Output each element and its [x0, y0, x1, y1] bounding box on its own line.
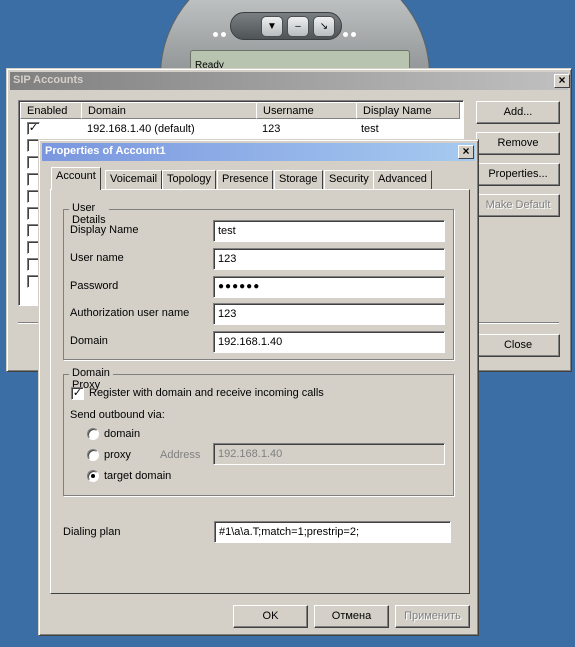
- add-button[interactable]: Add...: [476, 101, 560, 124]
- dialing-plan-label: Dialing plan: [63, 526, 121, 538]
- column-header-domain[interactable]: Domain: [81, 102, 258, 119]
- account-enabled-checkbox[interactable]: ✓: [27, 122, 40, 135]
- dialing-plan-field[interactable]: #1\a\a.T;match=1;prestrip=2;: [214, 521, 451, 543]
- dialog-title: Properties of Account1: [45, 145, 166, 157]
- radio-domain[interactable]: [87, 428, 99, 440]
- radio-target-domain-label: target domain: [104, 470, 172, 482]
- row-domain: 192.168.1.40 (default): [87, 123, 195, 135]
- radio-proxy-label: proxy: [104, 449, 131, 461]
- column-header-enabled[interactable]: Enabled: [20, 102, 83, 119]
- user-name-field[interactable]: 123: [213, 248, 445, 270]
- address-label: Address: [160, 449, 201, 461]
- radio-target-domain[interactable]: [87, 470, 99, 482]
- tab-security[interactable]: Security: [324, 170, 374, 189]
- properties-titlebar[interactable]: Properties of Account1: [42, 143, 475, 161]
- radio-domain-label: domain: [104, 428, 141, 440]
- password-label: Password: [70, 280, 119, 292]
- display-name-field[interactable]: test: [213, 220, 445, 242]
- auth-user-name-field[interactable]: 123: [213, 303, 445, 325]
- tab-topology[interactable]: Topology: [162, 170, 217, 189]
- window-title: SIP Accounts: [13, 74, 84, 86]
- row-display-name: test: [361, 123, 379, 135]
- tab-presence[interactable]: Presence: [217, 170, 274, 189]
- led-icon: [351, 32, 356, 37]
- collapse-icon[interactable]: ↘: [313, 16, 335, 37]
- domain-field[interactable]: 192.168.1.40: [213, 331, 445, 353]
- properties-button[interactable]: Properties...: [476, 163, 560, 186]
- radio-proxy[interactable]: [87, 449, 99, 461]
- send-outbound-label: Send outbound via:: [70, 409, 165, 421]
- led-icon: [343, 32, 348, 37]
- remove-button[interactable]: Remove: [476, 132, 560, 155]
- tab-account[interactable]: Account: [51, 167, 101, 190]
- tab-storage[interactable]: Storage: [274, 170, 323, 189]
- close-icon[interactable]: ×: [458, 145, 474, 159]
- user-details-label: User Details: [69, 202, 109, 226]
- ok-button[interactable]: OK: [233, 605, 308, 628]
- dropdown-arrow-icon[interactable]: ▼: [261, 16, 283, 37]
- tab-voicemail[interactable]: Voicemail: [105, 170, 163, 189]
- domain-label: Domain: [70, 335, 108, 347]
- close-icon[interactable]: ×: [554, 74, 570, 88]
- proxy-address-field[interactable]: 192.168.1.40: [213, 443, 445, 465]
- row-username: 123: [262, 123, 281, 135]
- column-header-username[interactable]: Username: [256, 102, 358, 119]
- cancel-button[interactable]: Отмена: [314, 605, 389, 628]
- separator: [475, 322, 559, 323]
- led-icon: [213, 32, 218, 37]
- display-name-label: Display Name: [70, 224, 139, 236]
- sip-accounts-titlebar[interactable]: SIP Accounts: [10, 72, 568, 90]
- minimize-icon[interactable]: –: [287, 16, 309, 37]
- password-field[interactable]: ●●●●●●: [213, 276, 445, 298]
- make-default-button[interactable]: Make Default: [476, 194, 560, 217]
- separator: [18, 322, 40, 323]
- column-header-display-name[interactable]: Display Name: [356, 102, 460, 119]
- register-checkbox[interactable]: ✓: [71, 387, 84, 400]
- tab-advanced[interactable]: Advanced: [373, 170, 432, 189]
- close-button[interactable]: Close: [476, 334, 560, 357]
- phone-button-bar: ▼ – ↘: [213, 12, 356, 40]
- auth-user-name-label: Authorization user name: [70, 307, 190, 319]
- user-name-label: User name: [70, 252, 124, 264]
- led-icon: [221, 32, 226, 37]
- register-label: Register with domain and receive incomin…: [89, 387, 324, 399]
- apply-button[interactable]: Применить: [395, 605, 470, 628]
